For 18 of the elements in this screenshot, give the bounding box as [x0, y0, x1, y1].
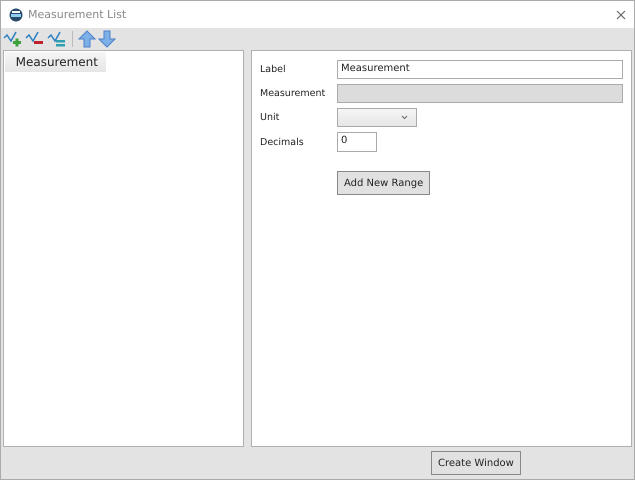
field-label: Label: [260, 64, 287, 75]
input-field[interactable]: 0: [337, 132, 377, 152]
edit-measurement-icon[interactable]: [47, 30, 67, 48]
dropdown[interactable]: [337, 108, 417, 127]
down-arrow-icon[interactable]: [98, 30, 116, 48]
app-icon: [9, 8, 23, 22]
add-measurement-icon[interactable]: [3, 30, 23, 48]
field-label: Measurement: [260, 88, 326, 99]
close-icon[interactable]: [616, 10, 626, 20]
chevron-icon: [401, 115, 408, 120]
input-field[interactable]: Measurement: [337, 60, 623, 79]
create-window-button[interactable]: Create Window: [431, 451, 521, 475]
list-item[interactable]: Measurement: [5, 52, 106, 72]
add-range-button[interactable]: Add New Range: [337, 171, 430, 195]
field-label: Decimals: [260, 136, 305, 148]
up-arrow-icon[interactable]: [78, 30, 96, 48]
field-label: Unit: [260, 112, 280, 123]
window-title: Measurement List: [28, 8, 128, 21]
